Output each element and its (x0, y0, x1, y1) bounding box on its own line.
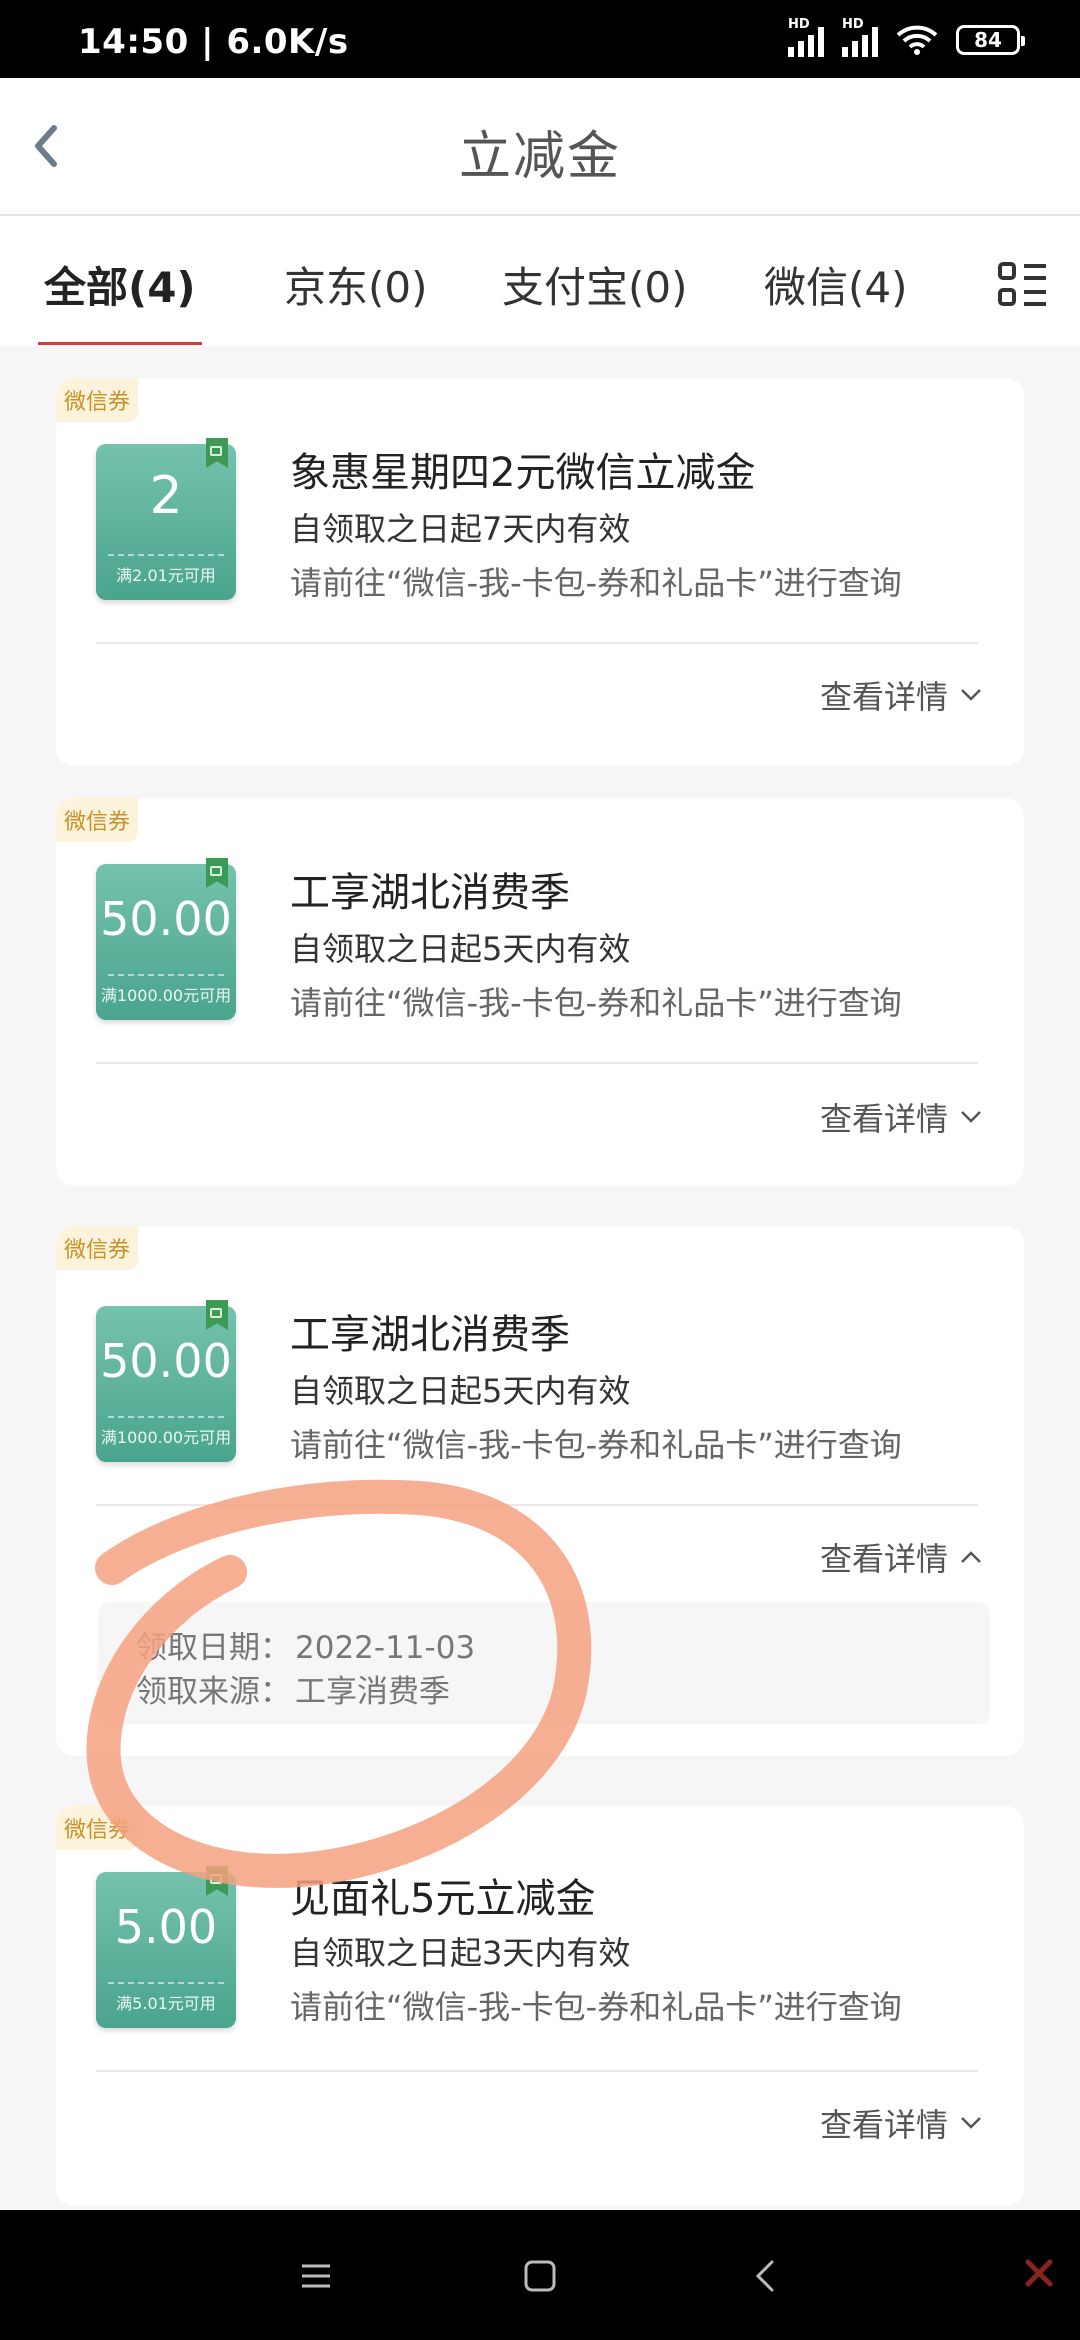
view-details-label: 查看详情 (819, 1100, 948, 1138)
coupon-ticket: 50.00 满1000.00元可用 (96, 858, 236, 1020)
coupon-amount: 5.00 (114, 1900, 218, 1954)
coupon-validity: 自领取之日起3天内有效 (290, 1934, 631, 1972)
coupon-amount: 2 (149, 466, 183, 526)
coupon-amount: 50.00 (100, 1334, 232, 1388)
claim-source-row: 领取来源： 工享消费季 (132, 1666, 450, 1711)
status-icons: HD HD 84 (788, 17, 1025, 60)
coupon-ticket: 2 满2.01元可用 (96, 438, 236, 600)
coupon-title: 工享湖北消费季 (290, 870, 570, 916)
coupon-type-badge: 微信券 (56, 1226, 139, 1270)
claim-source-label: 领取来源： (136, 1674, 291, 1710)
card-divider (96, 642, 978, 644)
view-details-button[interactable]: 查看详情 (820, 1534, 984, 1580)
view-details-button[interactable]: 查看详情 (820, 1094, 984, 1140)
coupon-ticket: 5.00 满5.01元可用 (96, 1866, 236, 2028)
view-details-button[interactable]: 查看详情 (820, 2100, 984, 2146)
coupon-condition: 满1000.00元可用 (100, 1428, 232, 1447)
coupon-validity: 自领取之日起5天内有效 (290, 930, 631, 968)
chevron-down-icon (961, 689, 981, 701)
tab-all[interactable]: 全部(4) (44, 254, 196, 315)
system-nav-bar (0, 2210, 1080, 2340)
battery-icon: 84 (956, 25, 1025, 55)
coupon-condition: 满2.01元可用 (116, 566, 216, 585)
coupon-card: 微信券 50.00 满1000.00元可用 工享湖北消费季 自领取之日起5天内有… (56, 1226, 1024, 1756)
coupon-divider (108, 1982, 224, 1984)
coupon-condition: 满5.01元可用 (116, 1994, 216, 2013)
logo-icon (1025, 2259, 1053, 2287)
status-time: 14:50 | 6.0K/s (78, 22, 349, 62)
coupon-tag-icon (206, 438, 228, 468)
view-details-button[interactable]: 查看详情 (820, 672, 984, 718)
claim-date-label: 领取日期： (136, 1630, 291, 1666)
view-details-label: 查看详情 (819, 2106, 948, 2144)
active-tab-indicator (38, 342, 202, 345)
chevron-down-icon (961, 2117, 981, 2129)
watermark-logo (1024, 2258, 1054, 2288)
coupon-tag-icon (206, 858, 228, 888)
coupon-condition: 满1000.00元可用 (100, 986, 232, 1005)
header: 立减金 (0, 78, 1080, 216)
chevron-down-icon (961, 1111, 981, 1123)
coupon-detail-panel: 领取日期： 2022-11-03 领取来源： 工享消费季 (98, 1602, 990, 1724)
menu-icon[interactable] (286, 2246, 346, 2306)
tab-jd[interactable]: 京东(0) (284, 254, 428, 315)
coupon-title: 象惠星期四2元微信立减金 (290, 450, 756, 496)
coupon-type-badge: 微信券 (56, 1806, 139, 1850)
wifi-icon (896, 25, 938, 55)
list-grid-icon[interactable] (996, 258, 1050, 312)
signal-icon-2: HD (842, 17, 878, 57)
back-icon[interactable] (736, 2246, 796, 2306)
card-divider (96, 1504, 978, 1506)
coupon-card: 微信券 50.00 满1000.00元可用 工享湖北消费季 自领取之日起5天内有… (56, 798, 1024, 1186)
tab-wechat[interactable]: 微信(4) (764, 254, 908, 315)
coupon-validity: 自领取之日起5天内有效 (290, 1372, 631, 1410)
tab-bar: 全部(4) 京东(0) 支付宝(0) 微信(4) (0, 216, 1080, 346)
home-icon[interactable] (510, 2246, 570, 2306)
coupon-card: 微信券 5.00 满5.01元可用 见面礼5元立减金 自领取之日起3天内有效 请… (56, 1806, 1024, 2206)
chevron-up-icon (961, 1551, 981, 1563)
claim-source-value: 工享消费季 (295, 1674, 450, 1710)
coupon-divider (108, 974, 224, 976)
claim-date-value: 2022-11-03 (295, 1630, 476, 1666)
coupon-hint: 请前往“微信-我-卡包-券和礼品卡”进行查询 (290, 1988, 902, 2026)
card-divider (96, 2070, 978, 2072)
view-details-label: 查看详情 (819, 1540, 948, 1578)
signal-icon-1: HD (788, 17, 824, 57)
coupon-divider (108, 554, 224, 556)
coupon-hint: 请前往“微信-我-卡包-券和礼品卡”进行查询 (290, 564, 902, 602)
coupon-ticket: 50.00 满1000.00元可用 (96, 1300, 236, 1462)
coupon-amount: 50.00 (100, 892, 232, 946)
coupon-type-badge: 微信券 (56, 378, 139, 422)
coupon-type-badge: 微信券 (56, 798, 139, 842)
page-title: 立减金 (458, 127, 621, 187)
coupon-card: 微信券 2 满2.01元可用 象惠星期四2元微信立减金 自领取之日起7天内有效 … (56, 378, 1024, 766)
coupon-divider (108, 1416, 224, 1418)
coupon-hint: 请前往“微信-我-卡包-券和礼品卡”进行查询 (290, 984, 902, 1022)
view-details-label: 查看详情 (819, 678, 948, 716)
coupon-tag-icon (206, 1300, 228, 1330)
tab-alipay[interactable]: 支付宝(0) (502, 254, 688, 315)
coupon-title: 见面礼5元立减金 (290, 1876, 596, 1922)
coupon-hint: 请前往“微信-我-卡包-券和礼品卡”进行查询 (290, 1426, 902, 1464)
claim-date-row: 领取日期： 2022-11-03 (132, 1622, 475, 1667)
coupon-validity: 自领取之日起7天内有效 (290, 510, 631, 548)
coupon-tag-icon (206, 1866, 228, 1896)
status-bar: 14:50 | 6.0K/s HD HD 84 (0, 0, 1080, 78)
coupon-title: 工享湖北消费季 (290, 1312, 570, 1358)
card-divider (96, 1062, 978, 1064)
